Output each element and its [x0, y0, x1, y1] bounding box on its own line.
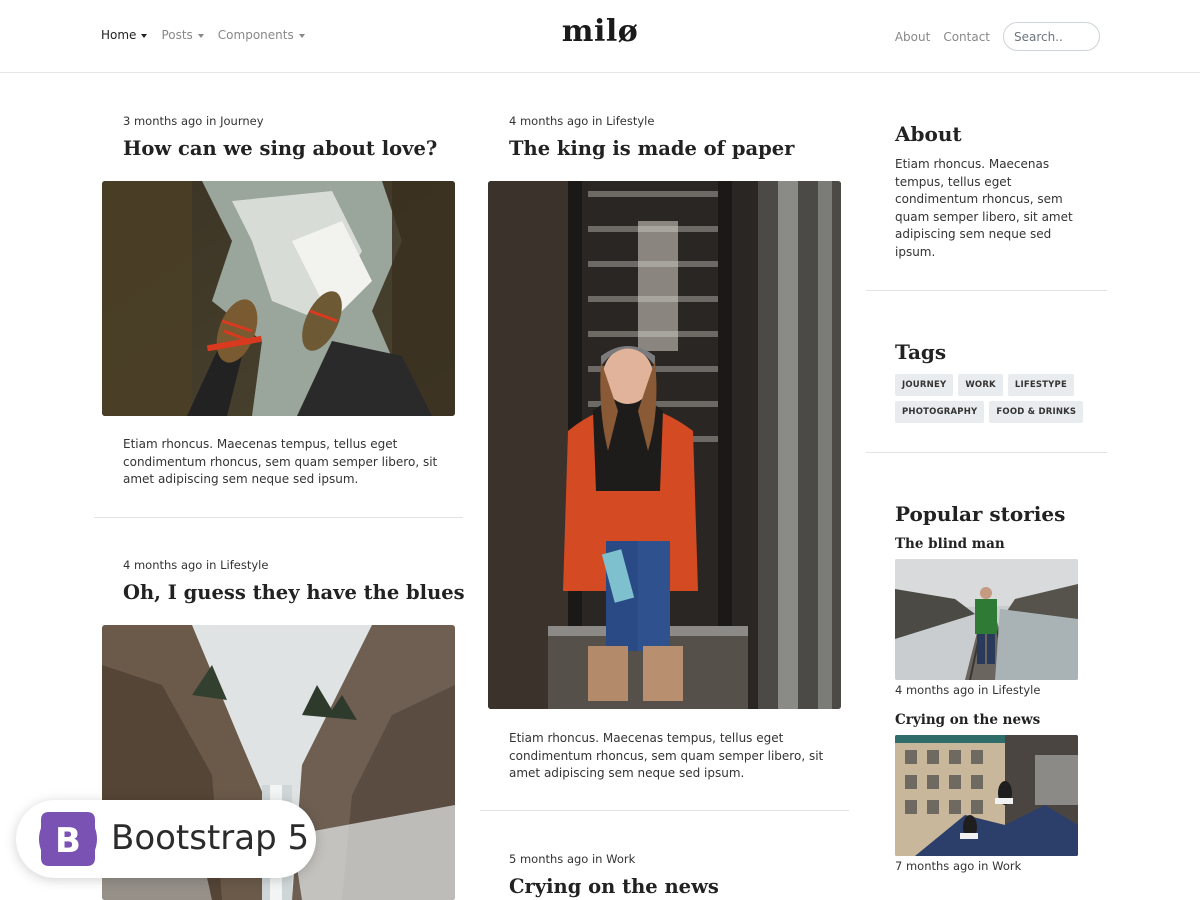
nav-right: About Contact	[895, 22, 1100, 51]
bootstrap-badge: B Bootstrap 5	[16, 800, 316, 878]
tag-journey[interactable]: JOURNEY	[895, 374, 954, 396]
popular-story-title[interactable]: The blind man	[895, 536, 1005, 552]
sidebar-popular-heading: Popular stories	[895, 502, 1066, 526]
tag-lifestyle[interactable]: LIFESTYPE	[1007, 374, 1074, 396]
post-title[interactable]: Oh, I guess they have the blues	[123, 581, 465, 604]
tag-photography[interactable]: PHOTOGRAPHY	[895, 401, 985, 423]
post-meta: 3 months ago in Journey	[123, 114, 264, 128]
sidebar-about-text: Etiam rhoncus. Maecenas tempus, tellus e…	[895, 157, 1073, 259]
top-navbar: Home Posts Components milø About Contact	[0, 0, 1200, 73]
popular-story-image-rooftop[interactable]	[895, 735, 1078, 856]
post-meta: 4 months ago in Lifestyle	[509, 114, 655, 128]
popular-story-image-railway[interactable]	[895, 559, 1078, 680]
post-title[interactable]: Crying on the news	[509, 875, 719, 898]
post-title[interactable]: The king is made of paper	[509, 137, 794, 160]
popular-story-meta: 4 months ago in Lifestyle	[895, 683, 1041, 697]
tag-list: JOURNEY WORK LIFESTYPE PHOTOGRAPHY FOOD …	[895, 374, 1085, 423]
tag-food-drinks[interactable]: FOOD & DRINKS	[989, 401, 1084, 423]
sidebar-divider	[866, 452, 1107, 453]
sidebar-tags-heading: Tags	[895, 340, 947, 364]
bootstrap-logo-icon: B	[37, 808, 99, 870]
post-card: 3 months ago in Journey How can we sing …	[123, 114, 437, 160]
popular-story-title[interactable]: Crying on the news	[895, 712, 1040, 728]
sidebar-divider	[866, 290, 1107, 291]
sidebar-about-heading: About	[895, 122, 962, 146]
popular-story-meta: 7 months ago in Work	[895, 859, 1022, 873]
tag-work[interactable]: WORK	[958, 374, 1003, 396]
post-card: 4 months ago in Lifestyle Oh, I guess th…	[123, 558, 465, 604]
post-divider	[480, 810, 849, 811]
bootstrap-logo-letter: B	[55, 821, 81, 861]
post-divider	[94, 517, 463, 518]
post-meta: 5 months ago in Work	[509, 852, 636, 866]
search-input[interactable]	[1003, 22, 1100, 51]
post-meta: 4 months ago in Lifestyle	[123, 558, 269, 572]
post-image-woman-on-stairs[interactable]	[488, 181, 841, 709]
post-image-hiking-boots[interactable]	[102, 181, 455, 416]
post-excerpt: Etiam rhoncus. Maecenas tempus, tellus e…	[509, 731, 824, 780]
bootstrap-badge-text: Bootstrap 5	[111, 818, 310, 858]
post-excerpt: Etiam rhoncus. Maecenas tempus, tellus e…	[123, 437, 438, 486]
nav-contact-link[interactable]: Contact	[943, 30, 990, 44]
post-title[interactable]: How can we sing about love?	[123, 137, 437, 160]
post-card: 5 months ago in Work Crying on the news	[509, 852, 719, 898]
nav-about-link[interactable]: About	[895, 30, 930, 44]
post-card: 4 months ago in Lifestyle The king is ma…	[509, 114, 794, 160]
